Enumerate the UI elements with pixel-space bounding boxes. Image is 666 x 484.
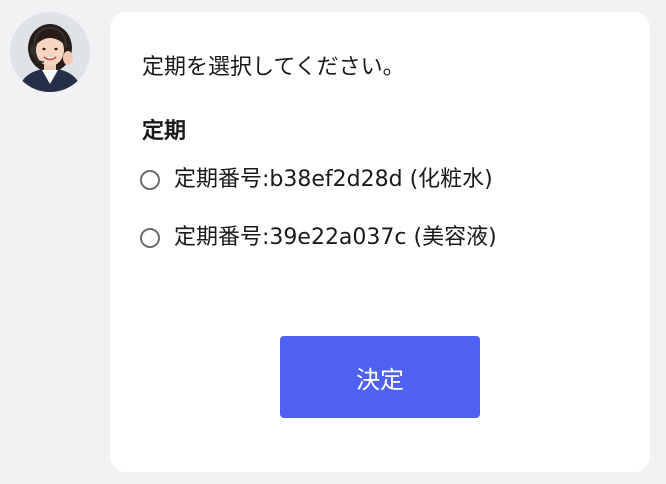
- option-label: 定期番号:39e22a037c (美容液): [174, 225, 497, 250]
- support-agent-avatar-icon: [10, 12, 90, 92]
- prompt-text: 定期を選択してください。: [142, 55, 405, 80]
- chat-message-bubble: 定期を選択してください。 定期 定期番号:b38ef2d28d (化粧水) 定期…: [110, 12, 650, 472]
- option-label: 定期番号:b38ef2d28d (化粧水): [174, 167, 493, 192]
- submit-button[interactable]: 決定: [280, 336, 480, 418]
- radio-button[interactable]: [140, 170, 160, 190]
- radio-button[interactable]: [140, 228, 160, 248]
- subscription-option-1[interactable]: 定期番号:b38ef2d28d (化粧水): [140, 160, 493, 200]
- section-title: 定期: [142, 119, 187, 144]
- subscription-option-2[interactable]: 定期番号:39e22a037c (美容液): [140, 218, 497, 258]
- agent-avatar: [10, 12, 90, 92]
